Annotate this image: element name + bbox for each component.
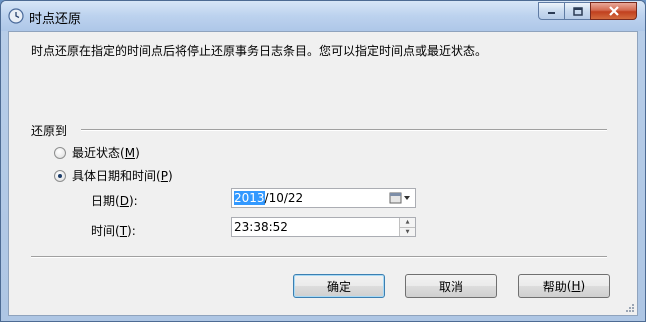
clock-icon [8,8,24,24]
dialog-body: 时点还原在指定的时间点后将停止还原事务日志条目。您可以指定时间点或最近状态。 还… [8,31,638,316]
accelerator-key: P [160,168,168,183]
time-value[interactable]: 23:38:52 [234,220,288,234]
accelerator-key: M [124,145,136,160]
radio-specific-datetime-label: 具体日期和时间 [72,169,157,183]
spinner-icon[interactable]: ▲ ▼ [399,218,415,236]
close-button[interactable] [590,2,637,20]
radio-latest-state-label: 最近状态 [72,146,121,160]
dialog-window: 时点还原 时点还原在指定的时间点后将停止还原事务日志条目。您可以指定时间点或最近… [0,0,646,322]
resize-grip-icon[interactable] [625,303,635,313]
cancel-button[interactable]: 取消 [405,274,497,298]
radio-button-checked[interactable] [54,169,66,182]
maximize-button[interactable] [564,2,591,20]
maximize-icon [572,6,583,16]
close-icon [608,6,619,16]
date-year-selected[interactable]: 2013 [234,191,265,205]
radio-latest-state[interactable]: 最近状态 (M) [54,144,140,161]
date-rest[interactable]: /10/22 [265,191,304,205]
time-label: 时间(T): [91,224,136,238]
radio-specific-datetime[interactable]: 具体日期和时间 (P) [54,167,173,184]
description-text: 时点还原在指定的时间点后将停止还原事务日志条目。您可以指定时间点或最近状态。 [31,44,488,58]
help-button[interactable]: 帮助 (H) [518,274,610,298]
footer-divider [31,256,607,258]
date-picker[interactable]: 2013/10/22 [231,188,416,208]
calendar-dropdown-button[interactable] [387,191,413,205]
calendar-dropdown-icon [389,192,410,204]
section-divider [81,129,607,131]
spin-up-button[interactable]: ▲ [399,218,415,227]
restore-to-label: 还原到 [31,124,68,138]
ok-button[interactable]: 确定 [293,274,385,298]
radio-button[interactable] [54,146,66,159]
window-title: 时点还原 [29,12,82,27]
minimize-button[interactable] [538,2,565,20]
time-input[interactable]: 23:38:52 ▲ ▼ [231,217,416,237]
date-label: 日期(D): [91,194,138,208]
spin-down-button[interactable]: ▼ [399,226,415,236]
minimize-icon [547,12,555,14]
title-bar[interactable]: 时点还原 [1,1,645,31]
